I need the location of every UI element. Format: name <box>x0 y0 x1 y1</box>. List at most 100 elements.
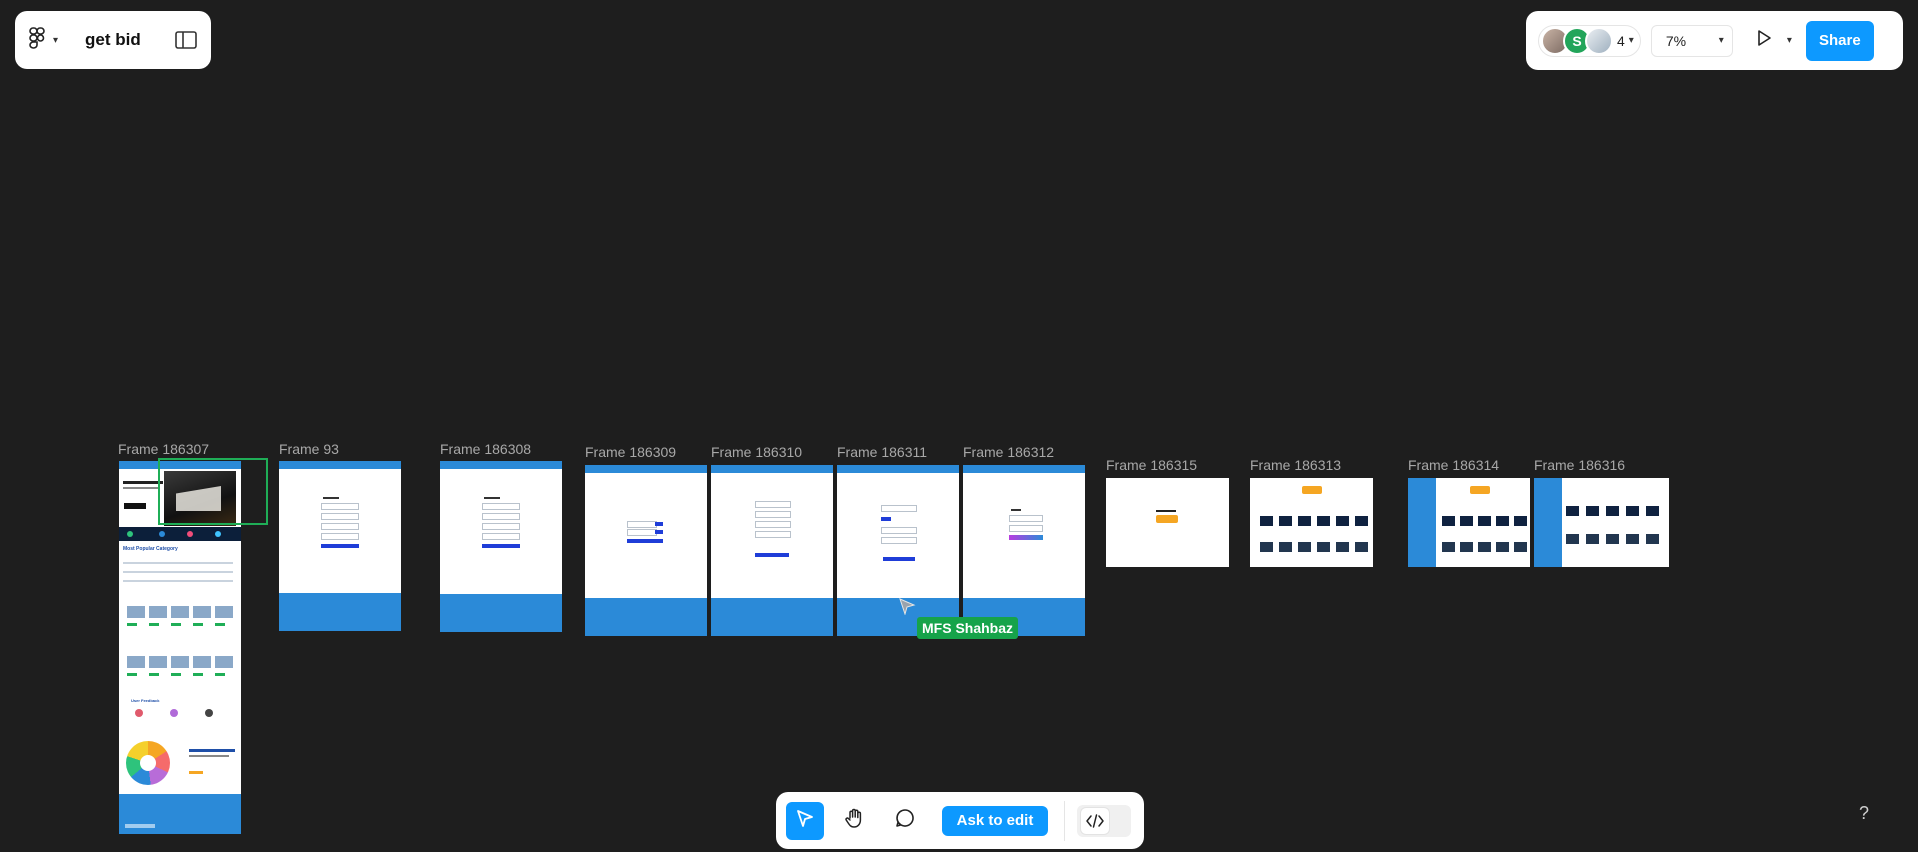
chevron-down-icon: ▾ <box>53 34 59 46</box>
form-field <box>1009 525 1043 532</box>
dashboard-card <box>1336 516 1349 526</box>
zoom-dropdown[interactable]: 7% ▾ <box>1650 24 1733 57</box>
share-button[interactable]: Share <box>1805 20 1874 61</box>
frame-thumbnail[interactable] <box>279 461 401 631</box>
dashboard-card <box>1566 534 1579 544</box>
frame-footer <box>440 594 562 632</box>
product-grid <box>123 601 237 629</box>
frame-thumbnail[interactable] <box>1534 478 1669 567</box>
dashboard-card <box>1279 542 1292 552</box>
top-right-toolbar: S 4 ▾ 7% ▾ ▾ Share <box>1526 11 1903 70</box>
frame-label[interactable]: Frame 186312 <box>963 444 1054 460</box>
dashboard-card <box>1606 534 1619 544</box>
dashboard-card <box>1478 516 1491 526</box>
product-grid <box>123 651 237 679</box>
hero-button <box>124 503 146 509</box>
frame-label[interactable]: Frame 186307 <box>118 441 209 457</box>
collaborator-cursor-label: MFS Shahbaz <box>917 617 1019 639</box>
dashboard-card <box>1514 542 1527 552</box>
hero-title <box>123 481 163 484</box>
ask-to-edit-button[interactable]: Ask to edit <box>942 805 1048 836</box>
frame-label[interactable]: Frame 186315 <box>1106 457 1197 473</box>
dashboard-card <box>1460 542 1473 552</box>
frame-header <box>837 465 959 473</box>
hand-tool-button[interactable] <box>836 802 874 840</box>
dev-mode-toggle[interactable] <box>1077 804 1131 837</box>
canvas[interactable]: ▾ get bid S 4 ▾ 7% ▾ ▾ Share Frame 18630… <box>0 0 1918 852</box>
frame-label[interactable]: Frame 186311 <box>837 444 927 460</box>
form-button <box>482 544 520 548</box>
frame-label[interactable]: Frame 186310 <box>711 444 802 460</box>
frame-thumbnail[interactable] <box>1408 478 1530 567</box>
form-button <box>655 530 663 534</box>
section-title: Most Popular Category <box>123 546 178 552</box>
form-field <box>755 511 791 518</box>
frame-sidebar <box>1408 478 1436 567</box>
form-title <box>1011 509 1021 511</box>
collaborator-cursor-icon <box>898 597 916 620</box>
dashboard-card <box>1260 542 1273 552</box>
dashboard-card <box>1317 542 1330 552</box>
file-name[interactable]: get bid <box>85 30 141 50</box>
frame-thumbnail[interactable] <box>1250 478 1373 567</box>
dashboard-card <box>1646 506 1659 516</box>
form-title <box>484 497 500 499</box>
stats-strip <box>119 527 241 541</box>
frame-header <box>711 465 833 473</box>
form-field <box>755 501 791 508</box>
form-field <box>881 505 917 512</box>
frame-footer <box>585 598 707 636</box>
frame-thumbnail[interactable] <box>963 465 1085 636</box>
frame-thumbnail[interactable] <box>1106 478 1229 567</box>
frame-thumbnail[interactable] <box>711 465 833 636</box>
frame-label[interactable]: Frame 186309 <box>585 444 676 460</box>
comment-tool-button[interactable] <box>886 802 924 840</box>
comment-icon <box>894 807 916 834</box>
dashboard-card <box>1355 542 1368 552</box>
dashboard-card <box>1496 542 1509 552</box>
main-menu-button[interactable]: ▾ <box>29 26 69 54</box>
frame-thumbnail[interactable] <box>585 465 707 636</box>
frame-header <box>440 461 562 469</box>
logo-image <box>1470 486 1490 494</box>
form-button <box>881 517 891 521</box>
frame-header <box>279 461 401 469</box>
form-button <box>321 544 359 548</box>
dashboard-card <box>1646 534 1659 544</box>
frame-label[interactable]: Frame 186308 <box>440 441 531 457</box>
help-button[interactable]: ? <box>1859 803 1869 824</box>
form-field <box>1009 515 1043 522</box>
chevron-down-icon: ▾ <box>1718 35 1724 46</box>
frame-label[interactable]: Frame 186316 <box>1534 457 1625 473</box>
frame-footer <box>119 794 241 834</box>
bottom-toolbar: Ask to edit <box>776 792 1144 849</box>
form-field <box>482 503 520 510</box>
logo-image <box>1156 515 1178 523</box>
frame-label[interactable]: Frame 93 <box>279 441 339 457</box>
dashboard-card <box>1586 506 1599 516</box>
frame-thumbnail[interactable] <box>440 461 562 632</box>
dashboard-card <box>1355 516 1368 526</box>
collaborators-button[interactable]: S 4 ▾ <box>1538 24 1641 57</box>
frame-footer <box>711 598 833 636</box>
form-field <box>627 529 657 536</box>
dashboard-card <box>1606 506 1619 516</box>
category-wheel <box>126 741 170 785</box>
figma-logo-icon <box>29 26 45 54</box>
dashboard-card <box>1586 534 1599 544</box>
frame-label[interactable]: Frame 186313 <box>1250 457 1341 473</box>
sidebar-toggle-icon[interactable] <box>175 31 197 49</box>
frame-header <box>585 465 707 473</box>
frame-label[interactable]: Frame 186314 <box>1408 457 1499 473</box>
selection-box <box>158 458 268 525</box>
dashboard-card <box>1478 542 1491 552</box>
dashboard-card <box>1298 516 1311 526</box>
promo-button <box>189 771 203 774</box>
move-tool-button[interactable] <box>786 801 824 840</box>
dashboard-card <box>1626 506 1639 516</box>
welcome-text <box>1156 510 1176 512</box>
present-button[interactable]: ▾ <box>1755 29 1792 52</box>
logo-image <box>1302 486 1322 494</box>
dashboard-card <box>1279 516 1292 526</box>
avatar <box>1585 26 1613 55</box>
